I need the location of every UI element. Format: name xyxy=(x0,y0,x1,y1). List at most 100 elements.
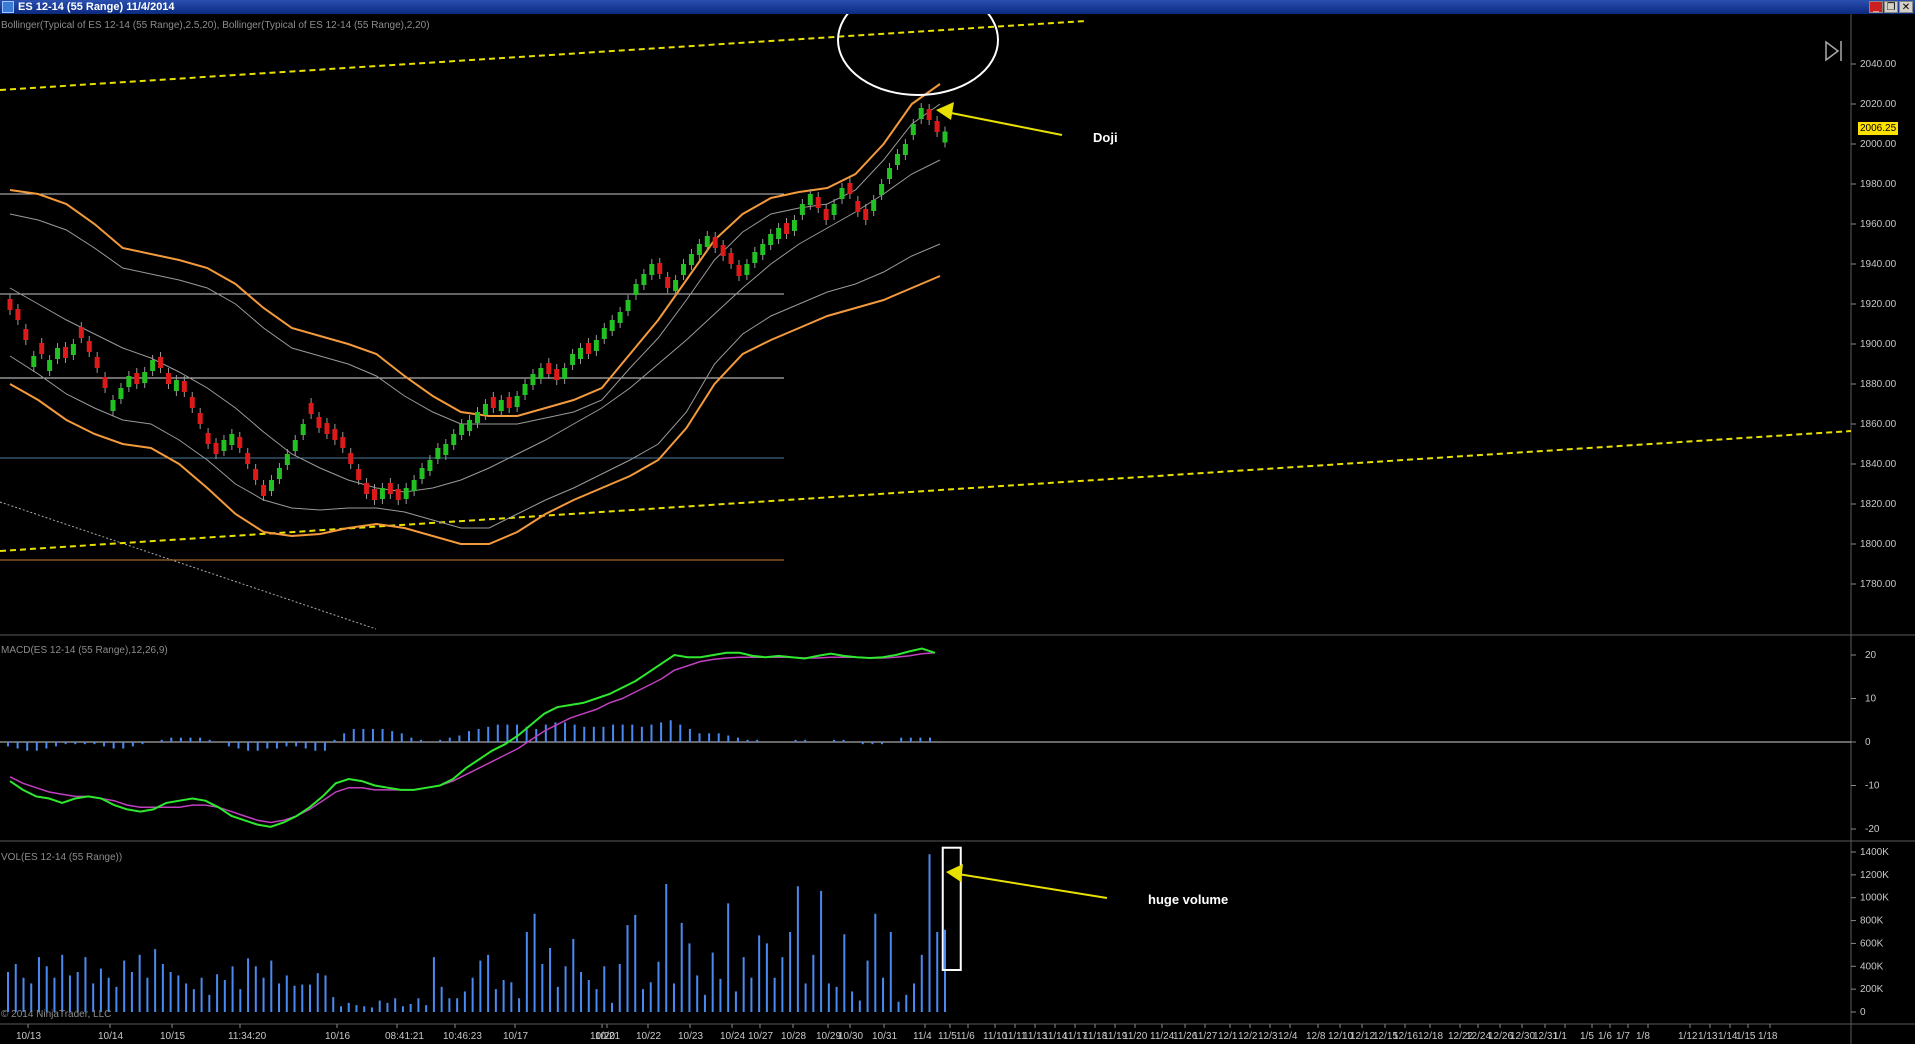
x-tick-label: 10/30 xyxy=(838,1031,863,1042)
x-tick-label: 12/4 xyxy=(1278,1031,1298,1042)
x-tick-label: 11/24 xyxy=(1150,1031,1175,1042)
bollinger-outer-lower xyxy=(9,275,941,545)
x-tick-label: 11:34:20 xyxy=(228,1031,267,1042)
x-tick-label: 10/17 xyxy=(503,1031,528,1042)
price-tick-label: 1960.00 xyxy=(1860,219,1897,230)
bollinger-inner-upper xyxy=(9,103,941,425)
x-tick-label: 10/23 xyxy=(678,1031,703,1042)
restore-button[interactable]: ❐ xyxy=(1884,1,1898,13)
x-tick-label: 08:41:21 xyxy=(385,1031,424,1042)
candle-body xyxy=(649,264,655,275)
candle-body xyxy=(601,328,607,339)
candle-body xyxy=(62,347,68,358)
candle-body xyxy=(411,480,417,491)
price-tick-label: 1840.00 xyxy=(1860,459,1897,470)
price-tick-label: 1800.00 xyxy=(1860,539,1897,550)
candle-body xyxy=(284,454,290,465)
x-tick-label: 12/18 xyxy=(1418,1031,1443,1042)
x-tick-label: 1/8 xyxy=(1636,1031,1650,1042)
x-tick-label: 1/15 xyxy=(1736,1031,1756,1042)
candle-body xyxy=(863,209,869,220)
play-forward-icon xyxy=(1825,40,1840,62)
candle-body xyxy=(23,329,29,340)
candle-body xyxy=(538,368,544,379)
volume-tick-label: 600K xyxy=(1860,938,1884,949)
minimize-button[interactable]: _ xyxy=(1869,1,1883,13)
x-tick-label: 12/1 xyxy=(1218,1031,1238,1042)
copyright-text: © 2014 NinjaTrader, LLC xyxy=(1,1009,112,1020)
bollinger-inner-lower xyxy=(9,243,941,529)
candle-body xyxy=(142,372,148,383)
x-tick-label: 11/6 xyxy=(956,1031,975,1042)
macd-tick-label: 0 xyxy=(1865,737,1871,748)
axis-strip xyxy=(1851,14,1915,1044)
candle-body xyxy=(173,380,179,391)
candle-body xyxy=(704,236,710,247)
candle-body xyxy=(332,429,338,440)
candle-body xyxy=(7,299,13,310)
x-tick-label: 10/28 xyxy=(781,1031,806,1042)
macd-tick-label: 10 xyxy=(1865,694,1877,705)
candle-body xyxy=(86,341,92,352)
x-tick-label: 10/21 xyxy=(595,1031,620,1042)
candle-body xyxy=(237,437,243,448)
candle-body xyxy=(506,397,512,408)
x-tick-label: 11/4 xyxy=(913,1031,932,1042)
candle-body xyxy=(158,357,164,368)
candle-body xyxy=(728,253,734,264)
candle-body xyxy=(609,320,615,331)
x-tick-label: 1/5 xyxy=(1580,1031,1594,1042)
x-tick-label: 12/8 xyxy=(1306,1031,1326,1042)
candle-body xyxy=(364,483,370,494)
candle-body xyxy=(831,204,837,215)
macd-panel-label: MACD(ES 12-14 (55 Range),12,26,9) xyxy=(1,645,168,656)
candle-body xyxy=(482,404,488,415)
price-tick-label: 2000.00 xyxy=(1860,139,1897,150)
chart-canvas[interactable]: 1780.00 1800.00 1820.00 1840.00 1860.00 1880.… xyxy=(0,14,1915,1044)
price-tick-label: 1860.00 xyxy=(1860,419,1897,430)
candle-body xyxy=(205,433,211,444)
downtrend-line xyxy=(0,501,377,630)
candle-body xyxy=(522,384,528,395)
candle-body xyxy=(348,453,354,464)
candle-body xyxy=(879,184,885,195)
candle-body xyxy=(475,412,480,423)
x-tick-label: 12/3 xyxy=(1258,1031,1278,1042)
candle-body xyxy=(39,343,45,354)
candle-body xyxy=(181,381,187,392)
volume-arrow-head xyxy=(946,864,963,882)
candle-body xyxy=(871,200,877,211)
candle-body xyxy=(768,234,774,245)
candle-body xyxy=(514,396,520,407)
macd-tick-label: -20 xyxy=(1865,824,1880,835)
candle-body xyxy=(150,360,156,371)
candle-body xyxy=(855,201,861,212)
candle-body xyxy=(31,356,37,367)
candle-body xyxy=(213,443,219,454)
candle-body xyxy=(308,403,314,414)
candle-body xyxy=(443,444,449,455)
macd-signal-line xyxy=(9,652,936,824)
price-panel-label: Bollinger(Typical of ES 12-14 (55 Range)… xyxy=(1,20,430,31)
doji-highlight-ellipse xyxy=(837,14,999,96)
candle-body xyxy=(847,183,853,194)
candle-body xyxy=(467,420,473,431)
candle-body xyxy=(918,108,924,119)
candle-body xyxy=(776,228,782,239)
price-tick-label: 1920.00 xyxy=(1860,299,1897,310)
x-tick-label: 1/13 xyxy=(1698,1031,1718,1042)
candle-body xyxy=(570,354,576,365)
price-tick-label: 2020.00 xyxy=(1860,99,1897,110)
candle-body xyxy=(593,340,599,351)
candle-body xyxy=(799,204,805,215)
close-button[interactable]: ✕ xyxy=(1899,1,1913,13)
candle-body xyxy=(887,168,893,179)
x-tick-label: 10/14 xyxy=(98,1031,123,1042)
candle-body xyxy=(245,453,251,464)
candle-body xyxy=(94,357,100,368)
x-tick-label: 1/18 xyxy=(1758,1031,1778,1042)
candle-body xyxy=(720,245,726,256)
x-tick-label: 10:46:23 xyxy=(443,1031,482,1042)
price-tick-label: 2040.00 xyxy=(1860,59,1897,70)
candle-body xyxy=(696,244,702,255)
